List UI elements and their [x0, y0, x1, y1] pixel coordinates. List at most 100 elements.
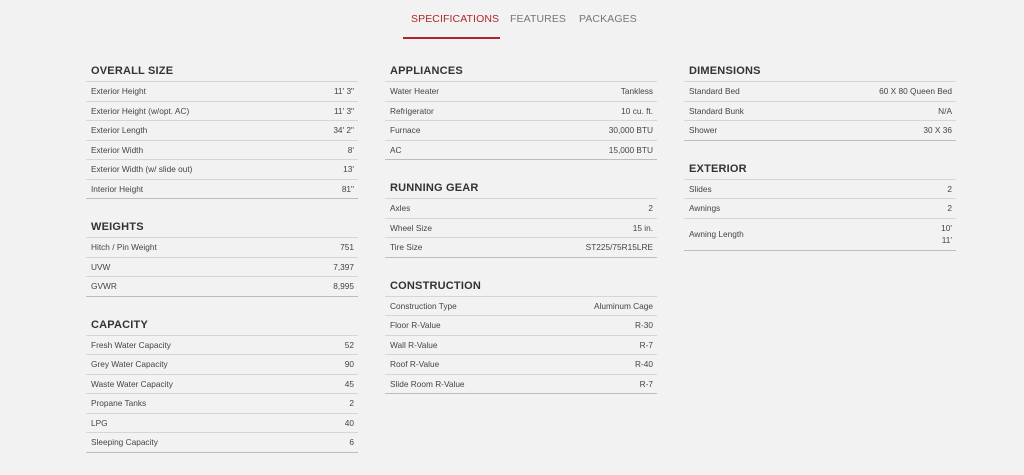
spec-value: 2 [947, 203, 952, 214]
spec-column-left: OVERALL SIZE Exterior Height 11' 3" Exterio… [86, 59, 358, 469]
spec-row-lpg: LPG 40 [86, 414, 358, 433]
spec-row-grey-water-capacity: Grey Water Capacity 90 [86, 355, 358, 375]
spec-row-standard-bed: Standard Bed 60 X 80 Queen Bed [684, 82, 956, 102]
spec-row-fresh-water-capacity: Fresh Water Capacity 52 [86, 336, 358, 355]
spec-row-water-heater: Water Heater Tankless [385, 82, 657, 102]
spec-value: 81" [341, 183, 354, 194]
spec-value: 60 X 80 Queen Bed [879, 86, 952, 97]
spec-label: Propane Tanks [91, 398, 147, 409]
spec-label: UVW [91, 261, 111, 272]
section-construction: CONSTRUCTION Construction Type Aluminum Ca… [385, 274, 657, 394]
spec-value: 11' 3" [333, 105, 354, 116]
spec-row-wall-r-value: Wall R-Value R-7 [385, 336, 657, 355]
spec-value: 6 [349, 437, 354, 448]
spec-row-slide-room-r-value: Slide Room R-Value R-7 [385, 375, 657, 394]
spec-value: 7,397 [333, 261, 354, 272]
spec-row-exterior-length: Exterior Length 34' 2" [86, 121, 358, 141]
spec-value: 45 [344, 378, 354, 389]
section-capacity: CAPACITY Fresh Water Capacity 52 Grey Water… [86, 313, 358, 453]
spec-value: Tankless [620, 86, 653, 97]
spec-value: 52 [344, 339, 354, 350]
spec-label: Awnings [689, 203, 721, 214]
spec-value-line: 11' [941, 235, 952, 245]
spec-label: Refrigerator [390, 105, 434, 116]
spec-label: LPG [91, 417, 108, 428]
active-tab-underline [403, 37, 500, 39]
spec-tabs: SPECIFICATIONS FEATURES PACKAGES [0, 0, 1024, 40]
spec-label: Interior Height [91, 183, 144, 194]
spec-label: Construction Type [390, 300, 457, 311]
spec-value: N/A [938, 105, 952, 116]
spec-value: 2 [349, 398, 354, 409]
spec-row-awning-length: Awning Length 10' 11' [684, 219, 956, 251]
spec-label: Wheel Size [390, 222, 432, 233]
spec-value: 30,000 BTU [608, 125, 653, 136]
spec-row-axles: Axles 2 [385, 199, 657, 219]
spec-value: R-7 [639, 378, 653, 389]
spec-label: Shower [689, 125, 718, 136]
spec-row-roof-r-value: Roof R-Value R-40 [385, 355, 657, 375]
spec-label: Sleeping Capacity [91, 437, 158, 448]
spec-column-middle: APPLIANCES Water Heater Tankless Refrigerat… [385, 59, 657, 410]
section-title: WEIGHTS [86, 215, 358, 238]
spec-row-hitch-pin-weight: Hitch / Pin Weight 751 [86, 238, 358, 258]
spec-row-furnace: Furnace 30,000 BTU [385, 121, 657, 141]
spec-value: 10' 11' [941, 222, 952, 246]
spec-row-interior-height: Interior Height 81" [86, 180, 358, 199]
spec-value: 751 [340, 242, 354, 253]
section-overall-size: OVERALL SIZE Exterior Height 11' 3" Exterio… [86, 59, 358, 199]
spec-value: 2 [648, 203, 653, 214]
spec-value: 15,000 BTU [608, 144, 653, 155]
tab-packages[interactable]: PACKAGES [579, 13, 637, 25]
spec-label: Exterior Width [91, 144, 144, 155]
section-dimensions: DIMENSIONS Standard Bed 60 X 80 Queen Bed S… [684, 59, 956, 141]
spec-value: 8' [347, 144, 354, 155]
spec-row-waste-water-capacity: Waste Water Capacity 45 [86, 375, 358, 394]
spec-value: 11' 3" [333, 86, 354, 97]
spec-row-ac: AC 15,000 BTU [385, 141, 657, 160]
spec-row-tire-size: Tire Size ST225/75R15LRE [385, 238, 657, 258]
section-title: CONSTRUCTION [385, 274, 657, 297]
spec-label: Water Heater [390, 86, 440, 97]
spec-label: Standard Bed [689, 86, 740, 97]
spec-value: 40 [344, 417, 354, 428]
spec-row-standard-bunk: Standard Bunk N/A [684, 102, 956, 121]
section-title: APPLIANCES [385, 59, 657, 82]
spec-label: GVWR [91, 281, 117, 292]
spec-value: Aluminum Cage [593, 300, 653, 311]
spec-row-uvw: UVW 7,397 [86, 258, 358, 277]
spec-value: R-7 [639, 339, 653, 350]
spec-value: R-40 [635, 359, 653, 370]
spec-label: Floor R-Value [390, 320, 441, 331]
spec-value: ST225/75R15LRE [585, 242, 653, 253]
spec-label: Roof R-Value [390, 359, 440, 370]
spec-label: AC [390, 144, 402, 155]
spec-row-exterior-height-w-opt-ac: Exterior Height (w/opt. AC) 11' 3" [86, 102, 358, 121]
tab-features[interactable]: FEATURES [510, 13, 566, 25]
spec-value: R-30 [635, 320, 653, 331]
spec-value: 30 X 36 [923, 125, 952, 136]
spec-row-sleeping-capacity: Sleeping Capacity 6 [86, 433, 358, 453]
spec-row-floor-r-value: Floor R-Value R-30 [385, 316, 657, 336]
tab-specifications[interactable]: SPECIFICATIONS [411, 13, 499, 25]
spec-row-gvwr: GVWR 8,995 [86, 277, 358, 297]
spec-row-exterior-width: Exterior Width 8' [86, 141, 358, 160]
spec-label: Slides [689, 183, 712, 194]
spec-value: 15 in. [632, 222, 653, 233]
section-running-gear: RUNNING GEAR Axles 2 Wheel Size 15 in. Tire S… [385, 176, 657, 258]
section-weights: WEIGHTS Hitch / Pin Weight 751 UVW 7,397 GVWR… [86, 215, 358, 297]
spec-label: Fresh Water Capacity [91, 339, 171, 350]
spec-value: 10 cu. ft. [621, 105, 653, 116]
spec-value: 34' 2" [333, 125, 354, 136]
spec-value-line: 10' [941, 223, 952, 233]
spec-value: 90 [344, 359, 354, 370]
spec-label: Furnace [390, 125, 421, 136]
section-title: OVERALL SIZE [86, 59, 358, 82]
spec-label: Standard Bunk [689, 105, 744, 116]
section-exterior: EXTERIOR Slides 2 Awnings 2 Awning Length 10' 1… [684, 157, 956, 251]
spec-label: Exterior Height (w/opt. AC) [91, 105, 190, 116]
spec-row-construction-type: Construction Type Aluminum Cage [385, 297, 657, 316]
spec-row-propane-tanks: Propane Tanks 2 [86, 394, 358, 414]
spec-column-right: DIMENSIONS Standard Bed 60 X 80 Queen Bed S… [684, 59, 956, 267]
spec-value: 13' [343, 164, 354, 175]
